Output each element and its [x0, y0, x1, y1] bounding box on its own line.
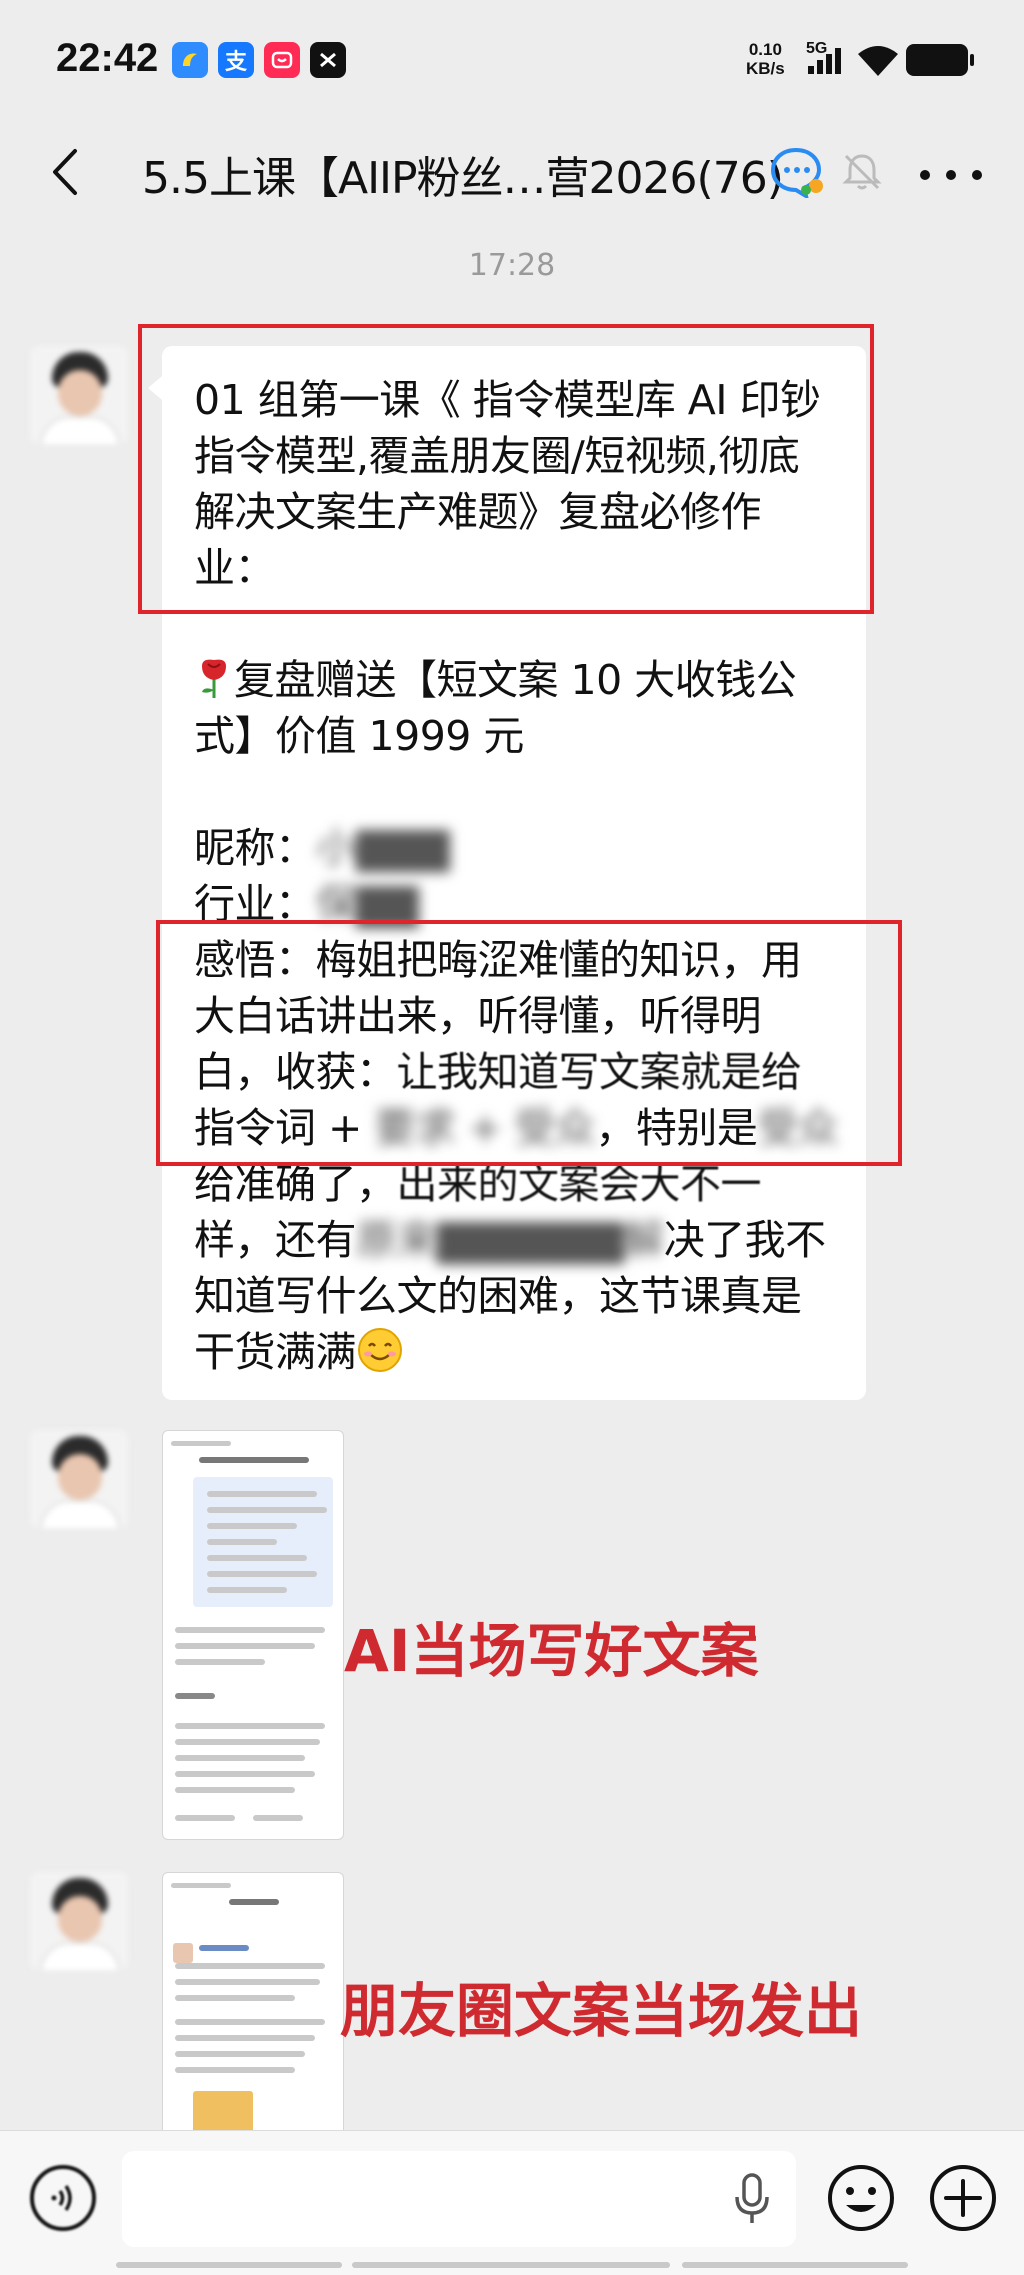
sender-avatar[interactable] — [30, 1430, 128, 1528]
mute-bell-icon — [840, 150, 884, 198]
message-line: 白，收获：让我知道写文案就是给 — [194, 1044, 838, 1100]
message-line: 指令词 + 要求 + 受众，特别是受众 — [194, 1100, 839, 1156]
message-blurred: 原来▇▇▇▇▇▇解 — [356, 1216, 664, 1264]
insight-text: ，特别是 — [595, 1104, 758, 1152]
message-line: 昵称：小▇▇▇ — [194, 820, 838, 876]
message-line: 知道写什么文的困难，这节课真是 — [194, 1272, 802, 1320]
more-dot-icon — [972, 170, 982, 180]
notification-app-icons: 支 — [172, 42, 346, 78]
mall-icon — [264, 42, 300, 78]
message-line: 样，还有原来▇▇▇▇▇▇解决了我不 — [194, 1212, 838, 1268]
alipay-icon: 支 — [218, 42, 254, 78]
insight-blurred: 要求 + 受众 — [374, 1104, 596, 1152]
voice-input-button[interactable] — [30, 2165, 96, 2231]
emoji-button[interactable] — [826, 2163, 896, 2233]
sender-avatar[interactable] — [30, 1872, 128, 1970]
message-text-part: 样，还有 — [194, 1216, 357, 1264]
voice-wave-icon — [51, 2185, 72, 2211]
plus-circle-icon — [930, 2165, 996, 2231]
status-time: 22:42 — [56, 36, 159, 80]
message-line: 解决文案生产难题》复盘必修作 — [194, 488, 762, 536]
chat-title[interactable]: 5.5上课【AIIP粉丝…营2026(76) — [142, 142, 784, 206]
chat-header: 5.5上课【AIIP粉丝…营2026(76) — [0, 120, 1024, 230]
net-speed-value: 0.10 — [748, 40, 782, 59]
net-speed-unit: KB/s — [746, 59, 785, 78]
wifi-icon — [856, 44, 900, 82]
scroll-indicator — [682, 2262, 908, 2268]
insight-text: 指令词 + — [194, 1104, 375, 1152]
image-message[interactable] — [162, 1872, 344, 2130]
message-text-part: 出来的文案会大不一 — [396, 1160, 762, 1208]
more-dot-icon — [946, 170, 956, 180]
battery-icon — [906, 44, 974, 76]
more-dot-icon — [920, 170, 930, 180]
net-speed: 0.10 KB/s — [746, 40, 785, 78]
text-message-bubble[interactable]: 01 组第一课《 指令模型库 AI 印钞 指令模型,覆盖朋友圈/短视频,彻底 解… — [148, 346, 866, 1400]
image-caption: AI当场写好文案 — [344, 1617, 759, 1685]
message-text-part: 干货满满 — [194, 1328, 357, 1376]
message-text-part: 决了我不 — [663, 1216, 827, 1264]
message-line: 复盘赠送【短文案 10 大收钱公 — [194, 652, 838, 708]
emoji-face-icon — [828, 2165, 894, 2231]
message-line: 行业：保▇▇ — [194, 876, 838, 932]
chevron-left-icon — [53, 149, 77, 195]
nickname-label: 昵称： — [194, 824, 316, 872]
message-line: 指令模型,覆盖朋友圈/短视频,彻底 — [194, 432, 800, 480]
insight-blurred: 受众 — [757, 1104, 839, 1152]
message-line: 01 组第一课《 指令模型库 AI 印钞 — [194, 376, 821, 424]
bonus-text: 复盘赠送【短文案 10 大收钱公 — [234, 656, 797, 704]
message-text: 01 组第一课《 指令模型库 AI 印钞 指令模型,覆盖朋友圈/短视频,彻底 解… — [194, 372, 839, 1380]
message-line: 感悟：梅姐把晦涩难懂的知识，用 — [194, 936, 802, 984]
insight-text: 白，收获： — [194, 1048, 397, 1096]
more-options-button[interactable] — [920, 150, 982, 200]
scroll-indicator — [116, 2262, 342, 2268]
message-line: 干货满满 — [194, 1324, 838, 1380]
image-message[interactable] — [162, 1430, 344, 1840]
message-timestamp: 17:28 — [468, 248, 556, 283]
insight-text: 让我知道写文案就是给 — [396, 1048, 803, 1096]
scroll-indicator — [352, 2262, 670, 2268]
status-bar: 22:42 支 0.10 KB/s 5G — [0, 0, 1024, 120]
message-line: 式】价值 1999 元 — [194, 712, 524, 760]
message-input-bar — [0, 2130, 1024, 2275]
image-caption: 朋友圈文案当场发出 — [340, 1977, 863, 2045]
industry-label: 行业： — [194, 880, 316, 928]
capcut-icon — [310, 42, 346, 78]
more-actions-button[interactable] — [928, 2163, 998, 2233]
yuque-icon — [172, 42, 208, 78]
group-chat-icon — [770, 146, 826, 202]
message-text-part: 给准确了， — [194, 1160, 397, 1208]
rose-emoji-icon — [202, 659, 226, 698]
sender-avatar[interactable] — [30, 346, 128, 444]
nickname-value: 小▇▇▇ — [315, 824, 450, 872]
microphone-icon[interactable] — [732, 2173, 772, 2229]
industry-value: 保▇▇ — [315, 880, 419, 928]
message-line: 大白话讲出来，听得懂，听得明 — [194, 992, 762, 1040]
message-line: 业： — [194, 544, 276, 592]
back-button[interactable] — [34, 142, 94, 202]
message-input[interactable] — [122, 2151, 796, 2247]
smile-emoji-icon — [358, 1328, 402, 1372]
message-line: 给准确了，出来的文案会大不一 — [194, 1156, 838, 1212]
